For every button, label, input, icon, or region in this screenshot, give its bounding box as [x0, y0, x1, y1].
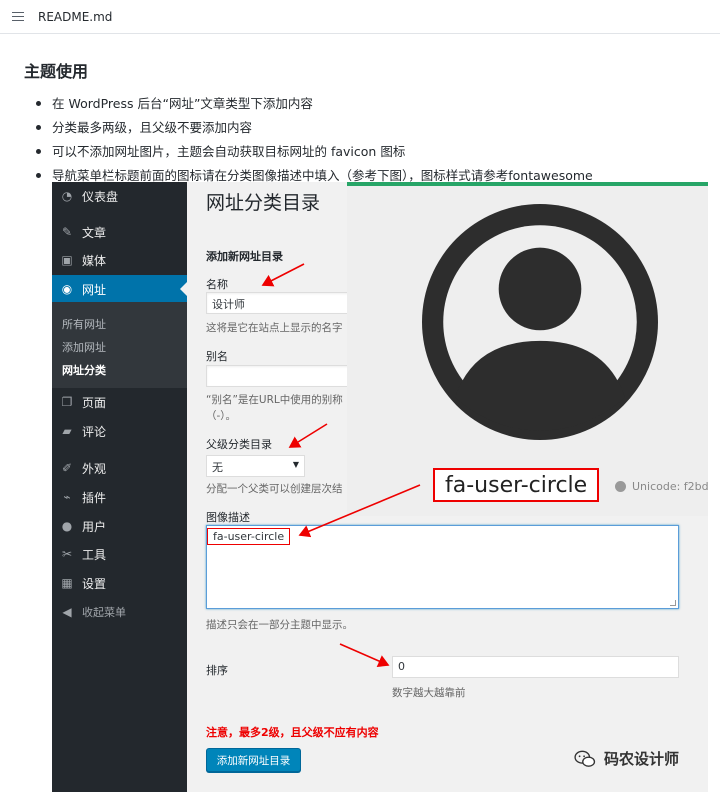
list-item: 分类最多两级，且父级不要添加内容: [36, 116, 593, 140]
user-icon: ●: [61, 519, 73, 533]
plugin-icon: ⌁: [63, 490, 71, 504]
file-header: README.md: [0, 0, 720, 34]
watermark: 码农设计师: [574, 748, 679, 769]
menu-pages[interactable]: ❐ 页面: [52, 388, 187, 416]
list-item: 在 WordPress 后台“网址”文章类型下添加内容: [36, 92, 593, 116]
menu-sites[interactable]: ◉ 网址: [52, 275, 187, 303]
warning-text: 注意，最多2级，且父级不应有内容: [206, 726, 379, 739]
wrench-icon: ✂: [61, 547, 73, 561]
collapse-icon: ◀: [62, 605, 72, 619]
list-item: 可以不添加网址图片，主题会自动获取目标网址的 favicon 图标: [36, 140, 593, 164]
list-icon[interactable]: [12, 11, 24, 22]
slug-desc: “别名”是在URL中使用的别称: [206, 394, 343, 406]
icon-name-label: fa-user-circle: [433, 468, 600, 502]
settings-icon: ▦: [61, 576, 73, 590]
name-desc: 这将是它在站点上显示的名字: [206, 322, 343, 334]
icon-preview-card: fa-user-circle Unicode: f2bd: [347, 182, 708, 516]
form-title: 添加新网址目录: [206, 250, 283, 263]
menu-plugins[interactable]: ⌁ 插件: [52, 483, 187, 511]
menu-users[interactable]: ● 用户: [52, 512, 187, 540]
user-circle-small-icon: [615, 481, 626, 492]
order-desc: 数字越大越靠前: [392, 687, 466, 699]
page-icon: ❐: [61, 395, 73, 409]
admin-sidebar: ◔ 仪表盘 ✎ 文章 ▣ 媒体 ◉ 网址 所有网址 添加网址 网址分类 ❐ 页面 ▰ 评论 …: [52, 182, 187, 792]
section-heading: 主题使用: [24, 62, 89, 81]
user-circle-icon: [422, 204, 658, 440]
menu-media[interactable]: ▣ 媒体: [52, 246, 187, 274]
order-input[interactable]: 0: [392, 656, 679, 678]
image-desc-label: 图像描述: [206, 511, 250, 524]
menu-collapse[interactable]: ◀ 收起菜单: [52, 598, 187, 626]
bullet-list: 在 WordPress 后台“网址”文章类型下添加内容 分类最多两级，且父级不要…: [36, 92, 593, 188]
chevron-down-icon: ▼: [292, 460, 299, 469]
add-category-button[interactable]: 添加新网址目录: [206, 748, 301, 772]
submenu-site-categories[interactable]: 网址分类: [62, 362, 106, 378]
media-icon: ▣: [61, 253, 73, 267]
parent-desc: 分配一个父类可以创建层次结: [206, 483, 343, 495]
name-label: 名称: [206, 278, 228, 291]
file-name: README.md: [38, 9, 113, 24]
comment-icon: ▰: [62, 424, 72, 438]
brush-icon: ✐: [61, 461, 73, 475]
submenu-add-site[interactable]: 添加网址: [62, 339, 106, 355]
name-input[interactable]: 设计师: [206, 292, 356, 314]
order-label: 排序: [206, 664, 228, 677]
image-desc-value: fa-user-circle: [207, 528, 291, 545]
submenu: 所有网址 添加网址 网址分类: [52, 302, 187, 388]
menu-posts[interactable]: ✎ 文章: [52, 218, 187, 246]
image-desc-textarea[interactable]: fa-user-circle: [206, 525, 679, 609]
menu-comments[interactable]: ▰ 评论: [52, 417, 187, 445]
parent-select[interactable]: 无 ▼: [206, 455, 305, 477]
wechat-icon: [574, 750, 596, 767]
image-desc-note: 描述只会在一部分主题中显示。: [206, 619, 353, 631]
slug-label: 别名: [206, 350, 228, 363]
pin-icon: ✎: [61, 225, 73, 239]
menu-appearance[interactable]: ✐ 外观: [52, 454, 187, 482]
parent-label: 父级分类目录: [206, 438, 272, 451]
page-title: 网址分类目录: [206, 192, 321, 214]
menu-dashboard[interactable]: ◔ 仪表盘: [52, 182, 187, 210]
resize-handle[interactable]: [670, 600, 676, 606]
globe-icon: ◉: [61, 282, 73, 296]
menu-tools[interactable]: ✂ 工具: [52, 540, 187, 568]
menu-settings[interactable]: ▦ 设置: [52, 569, 187, 597]
slug-desc-2: （-）。: [206, 410, 237, 422]
wordpress-screenshot: ◔ 仪表盘 ✎ 文章 ▣ 媒体 ◉ 网址 所有网址 添加网址 网址分类 ❐ 页面 ▰ 评论 …: [52, 182, 708, 792]
slug-input[interactable]: [206, 365, 356, 387]
submenu-all-sites[interactable]: 所有网址: [62, 316, 106, 332]
dashboard-icon: ◔: [61, 189, 73, 203]
unicode-info: Unicode: f2bd: [615, 480, 708, 493]
